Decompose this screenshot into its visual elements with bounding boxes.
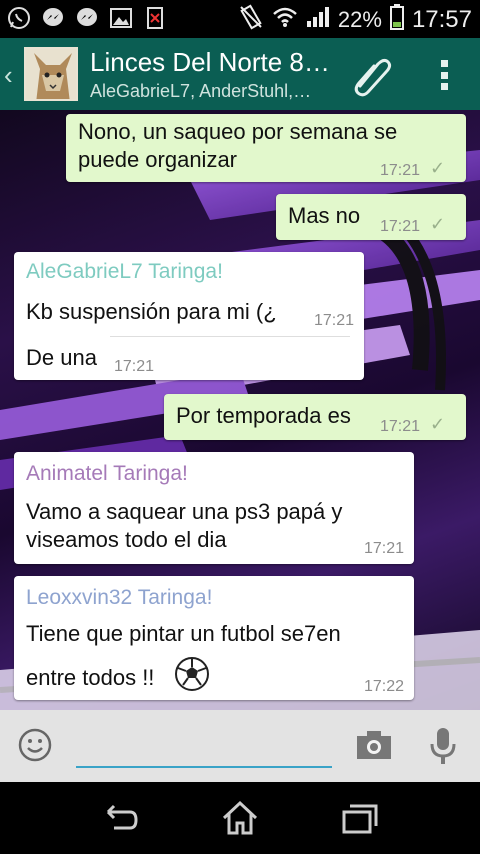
message-time: 17:21 [380, 162, 421, 179]
sent-check-icon: ✓ [430, 414, 446, 434]
signal-icon [306, 6, 330, 34]
gallery-icon [108, 5, 134, 31]
sim-icon [142, 5, 168, 31]
message-time: 17:21 [364, 540, 405, 557]
message-input[interactable] [76, 724, 332, 768]
message-text: puede organizar [78, 147, 238, 172]
message-time: 17:21 [314, 312, 355, 329]
message-text: Mas no [288, 203, 361, 228]
back-icon[interactable] [100, 800, 140, 836]
camera-icon[interactable] [356, 730, 392, 760]
home-icon[interactable] [220, 800, 260, 836]
messenger-icon [74, 5, 100, 31]
message-sender[interactable]: Animatel Taringa! [26, 462, 188, 486]
group-avatar[interactable] [24, 47, 78, 101]
vibrate-icon [238, 4, 264, 36]
attach-paperclip-icon[interactable] [346, 52, 396, 98]
outgoing-message[interactable]: Mas no 17:21 ✓ [276, 194, 466, 240]
message-input-bar [0, 710, 480, 782]
soccer-ball-emoji-icon [174, 656, 210, 697]
chat-participants[interactable]: AleGabrieL7, AnderStuhl,… [90, 81, 340, 102]
message-text: Kb suspensión para mi (¿ [26, 299, 277, 324]
outgoing-message[interactable]: Nono, un saqueo por semana se puede orga… [66, 114, 466, 182]
message-time: 17:21 [380, 418, 421, 435]
clock: 17:57 [411, 6, 472, 33]
whatsapp-icon [6, 5, 32, 31]
message-sender[interactable]: Leoxxvin32 Taringa! [26, 586, 212, 610]
system-navigation-bar [0, 782, 480, 854]
message-time: 17:21 [114, 358, 155, 375]
overflow-menu-icon[interactable] [430, 56, 458, 94]
chat-area[interactable]: Nono, un saqueo por semana se puede orga… [0, 110, 480, 710]
incoming-message[interactable]: AleGabrieL7 Taringa! Kb suspensión para … [14, 252, 364, 380]
outgoing-message[interactable]: Por temporada es 17:21 ✓ [164, 394, 466, 440]
incoming-message[interactable]: Leoxxvin32 Taringa! Tiene que pintar un … [14, 576, 414, 700]
microphone-icon[interactable] [428, 726, 458, 766]
message-time: 17:21 [380, 218, 421, 235]
incoming-message[interactable]: Animatel Taringa! Vamo a saquear una ps3… [14, 452, 414, 564]
sent-check-icon: ✓ [430, 158, 446, 178]
message-text: Vamo a saquear una ps3 papá y [26, 499, 343, 524]
chat-title[interactable]: Linces Del Norte 8… [90, 47, 340, 78]
message-time: 17:22 [364, 678, 405, 695]
message-text: Tiene que pintar un futbol se7en [26, 621, 341, 646]
back-chevron-icon[interactable]: ‹ [4, 60, 13, 91]
wifi-icon [272, 6, 298, 34]
message-text: Por temporada es [176, 403, 351, 428]
message-text: viseamos todo el dia [26, 527, 227, 552]
messenger-icon [40, 5, 66, 31]
message-sender[interactable]: AleGabrieL7 Taringa! [26, 260, 223, 284]
message-text: Nono, un saqueo por semana se [78, 119, 398, 144]
message-divider [110, 336, 350, 337]
sent-check-icon: ✓ [430, 214, 446, 234]
recent-apps-icon[interactable] [340, 800, 380, 836]
message-text: entre todos !! [26, 665, 155, 690]
chat-header: ‹ Linces Del Norte 8… AleGabrieL7, Ander… [0, 38, 480, 110]
message-text: De una [26, 345, 97, 370]
emoji-icon[interactable] [18, 728, 52, 762]
status-bar: 22% 17:57 [0, 0, 480, 38]
battery-percent: 22% [337, 7, 382, 32]
battery-icon [389, 4, 404, 36]
